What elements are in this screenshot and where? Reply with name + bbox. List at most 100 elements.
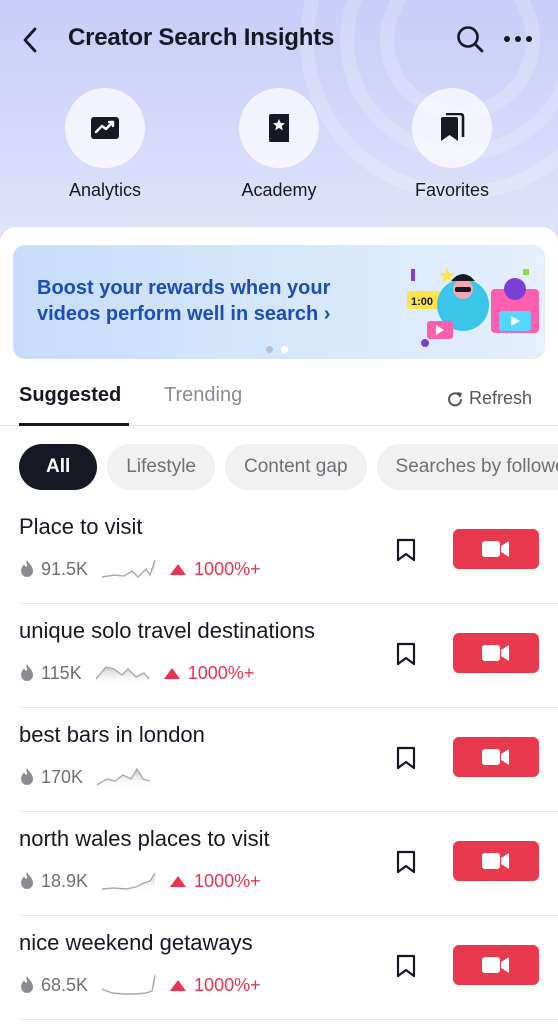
keyword-meta: 68.5K 1000%+ <box>19 972 261 998</box>
bookmark-button[interactable] <box>392 846 420 878</box>
keyword-text: unique solo travel destinations <box>19 618 315 643</box>
record-video-button[interactable] <box>453 529 539 569</box>
more-icon <box>504 36 532 42</box>
list-item[interactable]: Place to visit 91.5K 1000%+ <box>0 500 558 604</box>
sparkline <box>102 872 156 893</box>
flame-icon <box>21 768 33 785</box>
academy-icon <box>269 114 289 142</box>
tab-trending[interactable]: Trending <box>164 384 242 407</box>
record-video-button[interactable] <box>453 737 539 777</box>
more-button[interactable] <box>500 22 536 56</box>
view-count: 91.5K <box>41 558 89 579</box>
video-camera-icon <box>482 749 509 765</box>
shortcut-label: Analytics <box>68 180 142 200</box>
chip-lifestyle[interactable]: Lifestyle <box>107 444 215 490</box>
bookmark-button[interactable] <box>392 950 420 982</box>
filter-chips: All Lifestyle Content gap Searches by follo… <box>19 444 558 492</box>
academy-circle <box>239 88 319 168</box>
keyword-text: best bars in london <box>19 722 205 747</box>
keyword-meta: 18.9K 1000%+ <box>19 868 261 894</box>
trend-value: 1000%+ <box>194 974 261 995</box>
sparkline <box>102 974 156 997</box>
bookmark-icon <box>396 538 416 562</box>
tab-suggested[interactable]: Suggested <box>19 384 121 407</box>
banner-line-1: Boost your rewards when your <box>37 277 331 299</box>
view-count: 115K <box>41 662 82 683</box>
shortcut-analytics[interactable]: Analytics <box>45 88 165 201</box>
video-camera-icon <box>482 541 509 557</box>
chip-searches-by-followers[interactable]: Searches by followers <box>376 444 558 490</box>
promo-banner[interactable]: Boost your rewards when your videos perf… <box>13 245 545 359</box>
search-button[interactable] <box>453 22 487 56</box>
keyword-meta: 170K <box>19 764 151 790</box>
bookmark-icon <box>396 746 416 770</box>
page-title: Creator Search Insights <box>68 24 335 51</box>
bookmark-icon <box>396 954 416 978</box>
trend-up-icon <box>170 875 187 887</box>
view-count: 68.5K <box>41 974 89 995</box>
trend-value: 1000%+ <box>187 662 255 683</box>
back-icon <box>23 27 37 53</box>
bookmark-button[interactable] <box>392 742 420 774</box>
search-icon <box>457 26 484 53</box>
trend-value: 1000%+ <box>194 870 261 891</box>
record-video-button[interactable] <box>453 945 539 985</box>
trend-indicator: 1000%+ <box>170 559 261 580</box>
pagination-dot[interactable] <box>266 346 273 353</box>
favorites-circle <box>412 88 492 168</box>
video-camera-icon <box>482 645 509 661</box>
trend-indicator: 1000%+ <box>170 871 261 892</box>
shortcut-favorites[interactable]: Favorites <box>392 88 512 201</box>
list-item[interactable]: best bars in london 170K <box>0 708 558 812</box>
video-camera-icon <box>482 957 509 973</box>
shortcut-academy[interactable]: Academy <box>219 88 339 201</box>
flame-icon <box>21 664 33 681</box>
chip-all[interactable]: All <box>19 444 98 490</box>
refresh-label: Refresh <box>469 388 533 408</box>
banner-art-time: 1:00 <box>411 296 433 308</box>
analytics-icon <box>91 117 119 139</box>
flame-icon <box>21 560 33 577</box>
bookmark-icon <box>396 850 416 874</box>
trend-indicator: 1000%+ <box>163 662 255 684</box>
record-video-button[interactable] <box>453 633 539 673</box>
trend-up-icon <box>170 563 187 575</box>
banner-text: Boost your rewards when your videos perf… <box>37 275 397 327</box>
refresh-icon <box>448 391 462 406</box>
sparkline <box>102 559 156 581</box>
refresh-button[interactable]: Refresh <box>447 388 532 409</box>
keyword-meta: 91.5K 1000%+ <box>19 556 261 582</box>
bookmark-button[interactable] <box>392 638 420 670</box>
bookmark-button[interactable] <box>392 534 420 566</box>
list-item[interactable]: unique solo travel destinations 115K 100… <box>0 604 558 708</box>
keyword-text: Place to visit <box>19 514 143 539</box>
active-tab-indicator <box>19 423 129 426</box>
video-camera-icon <box>482 853 509 869</box>
shortcut-label: Favorites <box>414 180 490 200</box>
keyword-meta: 115K 1000%+ <box>19 660 254 686</box>
top-bar: Creator Search Insights <box>0 0 558 78</box>
list-item[interactable]: north wales places to visit 18.9K 1000%+ <box>0 812 558 916</box>
banner-line-2: videos perform well in search <box>37 303 319 325</box>
bookmark-icon <box>396 642 416 666</box>
list-item[interactable]: nice weekend getaways 68.5K 1000%+ <box>0 916 558 1020</box>
back-button[interactable] <box>16 22 44 58</box>
favorites-icon <box>441 113 465 141</box>
view-count: 18.9K <box>41 870 89 891</box>
flame-icon <box>21 872 33 889</box>
pagination-dot-active[interactable] <box>281 346 288 353</box>
tab-bar: Suggested Trending Refresh <box>0 378 558 426</box>
banner-pagination <box>266 346 288 353</box>
keyword-text: north wales places to visit <box>19 826 270 851</box>
record-video-button[interactable] <box>453 841 539 881</box>
sparkline <box>95 666 150 685</box>
trend-up-icon <box>163 667 180 679</box>
divider <box>19 1019 558 1020</box>
analytics-circle <box>65 88 145 168</box>
keyword-text: nice weekend getaways <box>19 930 253 955</box>
chip-content-gap[interactable]: Content gap <box>224 444 367 490</box>
chevron-right-icon: › <box>323 303 331 325</box>
flame-icon <box>21 976 33 993</box>
banner-illustration: 1:00 <box>403 259 545 349</box>
trend-indicator: 1000%+ <box>170 975 261 996</box>
